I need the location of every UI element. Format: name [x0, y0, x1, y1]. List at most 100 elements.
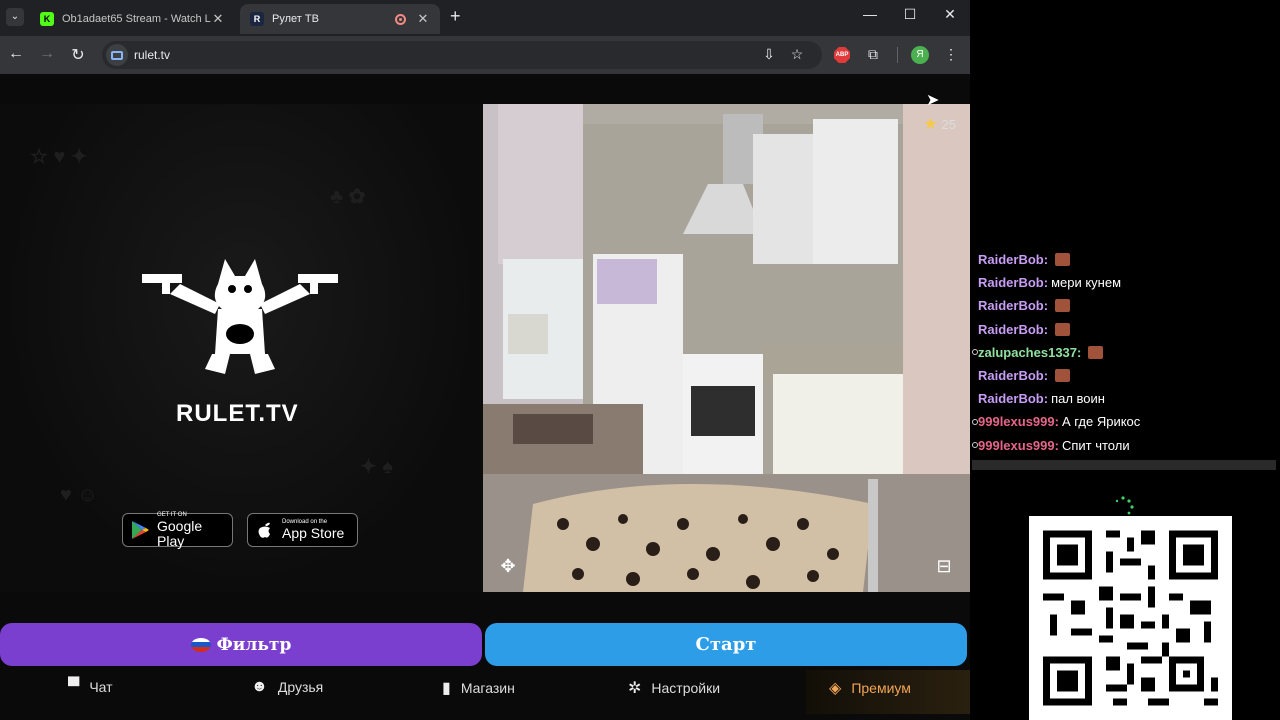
friends-icon: ☻: [251, 678, 268, 695]
chat-username: zalupaches1337:: [978, 344, 1082, 360]
chat-icon: ▀: [68, 678, 80, 695]
chat-text: пал воин: [1051, 391, 1105, 407]
chat-username: RaiderBob:: [978, 275, 1049, 291]
tab-title: Ob1adaet65 Stream - Watch Li: [62, 13, 211, 25]
address-bar[interactable]: rulet.tv: [102, 41, 822, 69]
chat-text: Спит чтоли: [1061, 437, 1130, 453]
tab-stream[interactable]: K Ob1adaet65 Stream - Watch Li ✕: [30, 4, 235, 34]
chat-username: RaiderBob:: [978, 321, 1049, 337]
chat-message: 999lexus999: Спит чтоли: [972, 434, 1280, 457]
close-window-icon[interactable]: ✕: [938, 6, 962, 23]
video-frame-image: [483, 104, 970, 592]
chat-message: RaiderBob:: [972, 318, 1280, 341]
gear-icon: ✲: [628, 680, 642, 697]
app-store-button[interactable]: Download on the App Store: [247, 513, 358, 547]
kick-favicon-icon: K: [40, 12, 54, 26]
doodle-decoration: ♣ ✿: [330, 186, 366, 208]
cat-logo-icon: [142, 259, 338, 374]
profile-avatar[interactable]: Я: [911, 46, 929, 64]
filter-label: Фильтр: [216, 634, 292, 655]
star-icon: ★: [923, 116, 938, 133]
menu-icon[interactable]: ⋮: [941, 46, 961, 63]
russia-flag-icon: [190, 637, 211, 652]
star-count-value: 25: [941, 116, 956, 132]
tab-strip: ⌄ K Ob1adaet65 Stream - Watch Li ✕ R Рул…: [0, 0, 970, 36]
loading-spinner-icon: [1115, 496, 1134, 515]
maximize-icon[interactable]: ☐: [898, 6, 922, 23]
filter-button[interactable]: Фильтр: [0, 623, 482, 666]
rulet-page: ☆ ♥ ✦ ♣ ✿ ♥ ☺ ✦ ♠ RULET.TV GET IT ON Goo…: [0, 74, 970, 720]
forward-icon[interactable]: →: [37, 45, 57, 63]
chat-text: А где Ярикос: [1061, 414, 1141, 430]
qr-code-image: [1029, 516, 1232, 720]
doodle-decoration: ✦ ♠: [360, 456, 393, 478]
emote-icon: [1055, 299, 1071, 313]
gamepad-icon[interactable]: ✥: [496, 556, 520, 577]
bottom-navigation: ▀ Чат ☻ Друзья ▮ Магазин ✲ Настройки ◈ П…: [0, 670, 970, 714]
nav-premium[interactable]: ◈ Премиум: [829, 678, 911, 698]
doodle-decoration: ☆ ♥ ✦: [30, 146, 88, 168]
tag-icon: ◈: [829, 680, 842, 697]
apple-icon: [258, 522, 270, 538]
browser-window: ⌄ K Ob1adaet65 Stream - Watch Li ✕ R Рул…: [0, 0, 970, 720]
nav-chat[interactable]: ▀ Чат: [68, 678, 113, 696]
extensions-icon[interactable]: ⧉: [863, 46, 883, 63]
back-icon[interactable]: ←: [6, 45, 26, 63]
emote-icon: [1055, 253, 1071, 267]
logo-text: RULET.TV: [176, 400, 299, 427]
url-text: rulet.tv: [134, 48, 171, 62]
chat-message: RaiderBob:: [972, 294, 1280, 317]
start-button[interactable]: Старт: [485, 623, 967, 666]
tab-title: Рулет ТВ: [272, 13, 319, 25]
install-app-icon[interactable]: ⇩: [759, 46, 779, 63]
browser-toolbar: ← → ↻ rulet.tv ⇩ ☆ ⧉ ⋮: [0, 36, 970, 74]
chat-message: RaiderBob:: [972, 364, 1280, 387]
chat-message: 999lexus999: А где Ярикос: [972, 410, 1280, 433]
chat-username: RaiderBob:: [978, 298, 1049, 314]
close-tab-icon[interactable]: ✕: [416, 11, 430, 27]
start-label: Старт: [695, 634, 757, 655]
adblock-icon[interactable]: ABP: [834, 47, 850, 63]
emote-icon: [1088, 345, 1104, 359]
rulet-favicon-icon: R: [250, 12, 264, 26]
video-feed[interactable]: ★ 25 ✥ ⊟: [483, 104, 970, 592]
nav-label: Друзья: [277, 679, 324, 695]
new-tab-button[interactable]: +: [450, 6, 461, 27]
tab-rulet[interactable]: R Рулет ТВ ✕: [240, 4, 440, 34]
camera-icon[interactable]: [106, 44, 128, 66]
store-name: App Store: [282, 525, 345, 541]
chat-message: RaiderBob:: [972, 248, 1280, 271]
nav-settings[interactable]: ✲ Настройки: [628, 678, 720, 698]
chat-input-bar: [972, 460, 1276, 470]
mouse-cursor-icon: ➤: [926, 92, 940, 109]
toolbar-divider: [897, 47, 898, 63]
chat-username: 999lexus999:: [978, 437, 1059, 453]
google-play-button[interactable]: GET IT ON Google Play: [122, 512, 233, 549]
chat-username: 999lexus999:: [978, 414, 1059, 430]
chat-username: RaiderBob:: [978, 252, 1049, 268]
shop-bag-icon: ▮: [442, 680, 451, 697]
nav-shop[interactable]: ▮ Магазин: [442, 678, 515, 698]
chat-username: RaiderBob:: [978, 368, 1049, 384]
chat-text: мери кунем: [1051, 275, 1122, 291]
close-tab-icon[interactable]: ✕: [211, 11, 225, 27]
bookmark-star-icon[interactable]: ☆: [787, 46, 807, 63]
brand-panel: ☆ ♥ ✦ ♣ ✿ ♥ ☺ ✦ ♠ RULET.TV GET IT ON Goo…: [0, 104, 483, 592]
reload-icon[interactable]: ↻: [68, 45, 88, 65]
emote-icon: [1055, 369, 1071, 383]
emote-icon: [1055, 322, 1071, 336]
gift-icon[interactable]: ⊟: [932, 556, 956, 577]
nav-friends[interactable]: ☻ Друзья: [251, 678, 323, 696]
nav-label: Чат: [89, 679, 113, 695]
chat-username: RaiderBob:: [978, 391, 1049, 407]
tab-search-icon[interactable]: ⌄: [6, 8, 24, 26]
stream-chat-overlay: RaiderBob: RaiderBob: мери кунем RaiderB…: [972, 248, 1280, 460]
google-play-icon: [132, 521, 149, 539]
minimize-icon[interactable]: —: [858, 6, 882, 22]
store-name: Google Play: [157, 517, 203, 549]
recording-icon: [395, 13, 406, 25]
nav-label: Настройки: [651, 680, 721, 696]
doodle-decoration: ♥ ☺: [60, 484, 98, 506]
rating-counter: ★ 25: [923, 114, 956, 134]
nav-label: Магазин: [460, 680, 515, 696]
